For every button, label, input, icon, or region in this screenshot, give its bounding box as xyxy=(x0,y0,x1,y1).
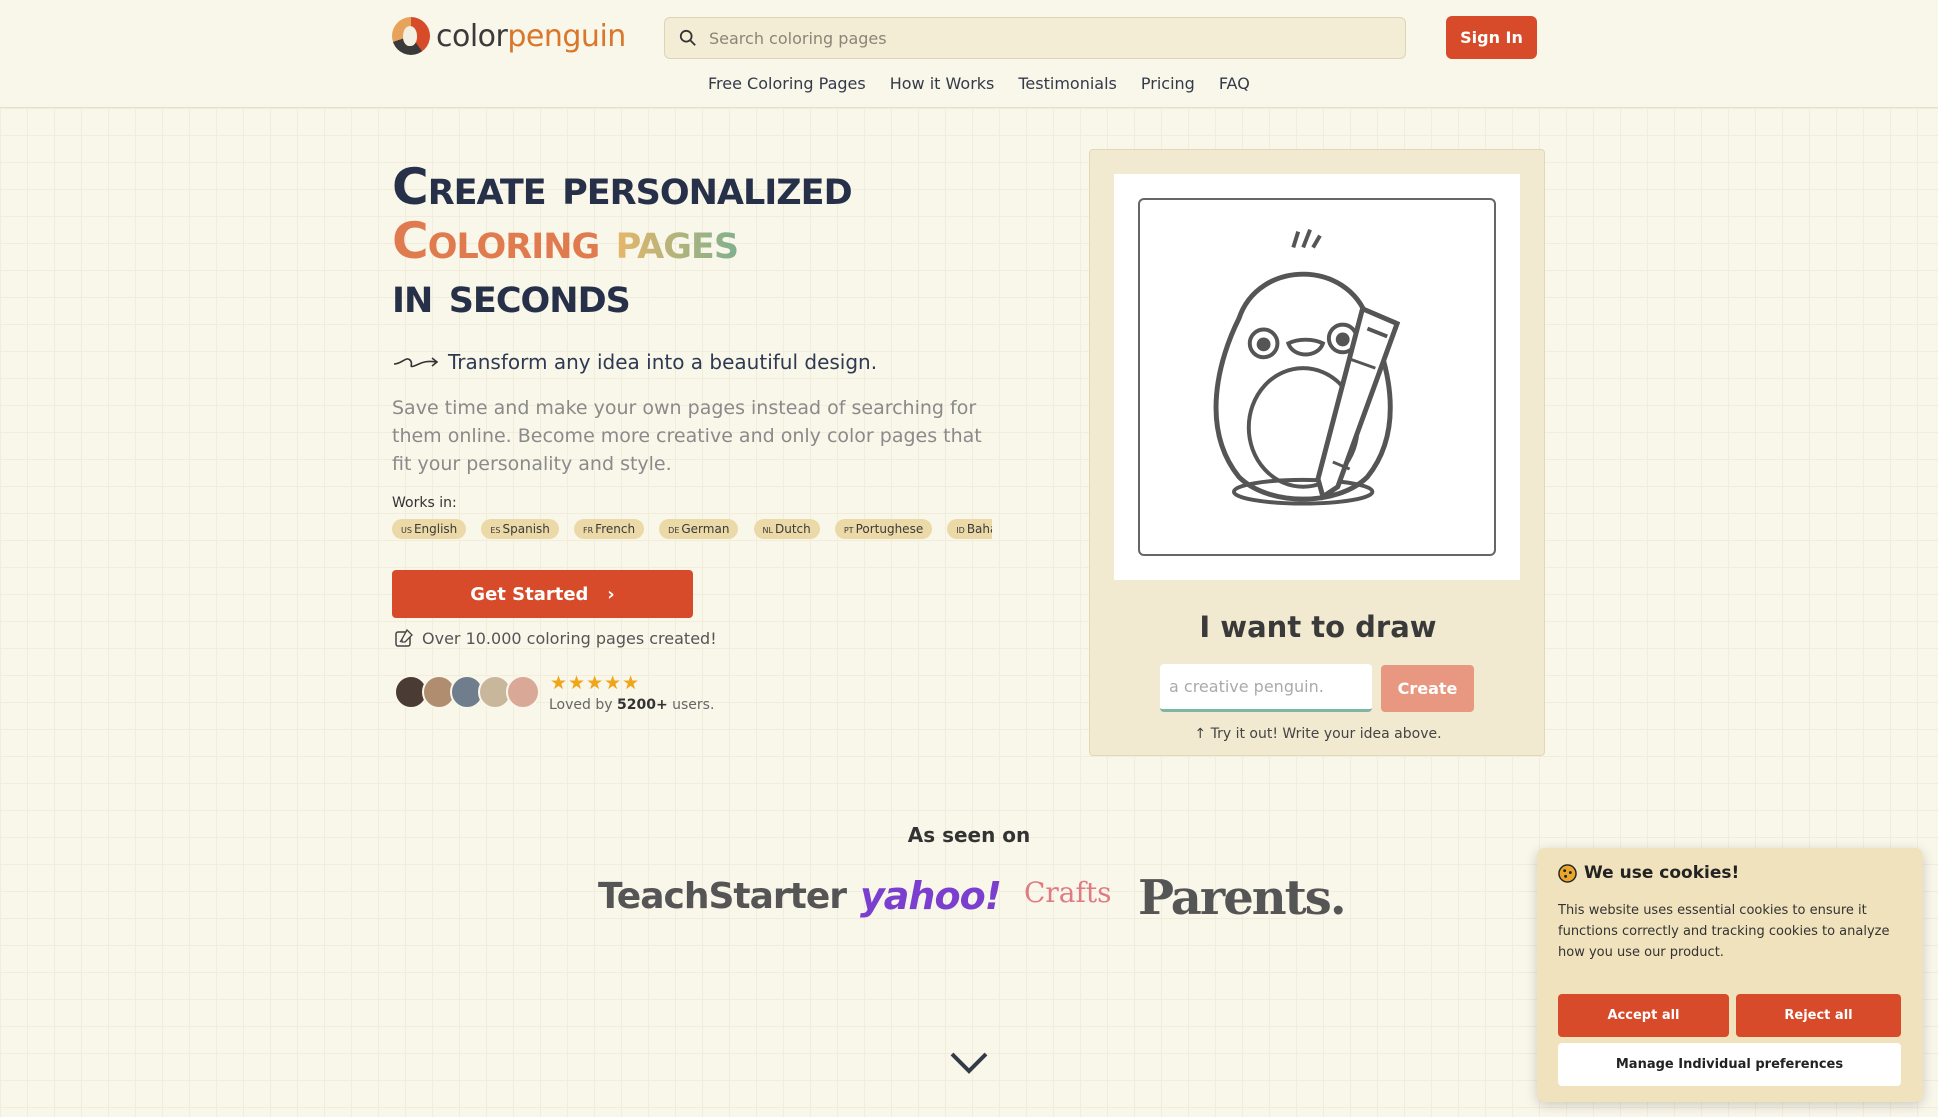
nav-how-it-works[interactable]: How it Works xyxy=(890,74,995,93)
language-list: US English ES Spanish FR French DE German NL… xyxy=(392,518,992,539)
cookie-text: This website uses essential cookies to e… xyxy=(1558,903,1890,960)
language-badge: PT Portughese xyxy=(834,519,933,539)
language-badge: NL Dutch xyxy=(753,519,820,539)
coloring-page-preview xyxy=(1138,198,1496,556)
search-input[interactable] xyxy=(709,28,1389,48)
site-header: colorpenguin Sign In Free Coloring Pages… xyxy=(0,0,1938,108)
pages-created-text: Over 10.000 coloring pages created! xyxy=(422,628,717,648)
nav-pricing[interactable]: Pricing xyxy=(1141,74,1195,93)
parents-logo: Parents. xyxy=(1138,870,1347,926)
crafts-beautiful-logo: Crafts xyxy=(1024,876,1112,909)
manage-preferences-button[interactable]: Manage Individual preferences xyxy=(1558,1043,1901,1086)
draw-idea-input[interactable] xyxy=(1160,664,1372,712)
hero-title-line-1: Create personalized xyxy=(392,158,853,216)
nav-testimonials[interactable]: Testimonials xyxy=(1018,74,1117,93)
penguin-logo-icon xyxy=(392,17,430,55)
logo-text: colorpenguin xyxy=(436,18,626,54)
works-in-label: Works in: xyxy=(392,495,457,511)
nav-free-coloring-pages[interactable]: Free Coloring Pages xyxy=(708,74,866,93)
arrow-up-icon: ↑ xyxy=(1194,726,1211,742)
language-badge: FR French xyxy=(574,519,645,539)
hero-subtitle: Transform any idea into a beautiful desi… xyxy=(392,350,877,374)
language-badge: ES Spanish xyxy=(481,519,559,539)
chevron-right-icon: › xyxy=(594,583,615,605)
hero-title-line-2: Coloring pages xyxy=(392,212,739,270)
rating-stars: ★★★★★ xyxy=(550,672,641,694)
main-nav: Free Coloring Pages How it Works Testimo… xyxy=(708,74,1250,93)
create-button[interactable]: Create xyxy=(1381,665,1474,712)
language-badge: DE German xyxy=(659,519,739,539)
yahoo-logo: yahoo! xyxy=(860,874,1002,918)
try-it-hint: ↑ Try it out! Write your idea above. xyxy=(1090,726,1546,742)
hero-subtitle-text: Transform any idea into a beautiful desi… xyxy=(448,350,878,374)
sign-in-button[interactable]: Sign In xyxy=(1446,16,1537,59)
as-seen-on-logos: TeachStarter yahoo! Crafts Parents. xyxy=(598,870,1348,930)
search-icon xyxy=(679,29,696,46)
reject-all-button[interactable]: Reject all xyxy=(1736,994,1901,1037)
accept-all-button[interactable]: Accept all xyxy=(1558,994,1729,1037)
get-started-label: Get Started xyxy=(470,583,589,605)
teachstarter-logo: TeachStarter xyxy=(598,876,847,917)
hero-title: Create personalized Coloring pages in se… xyxy=(392,158,853,324)
cookie-banner: We use cookies! This website uses essent… xyxy=(1537,848,1923,1102)
cookie-title-text: We use cookies! xyxy=(1584,863,1740,883)
edit-image-icon xyxy=(395,628,413,647)
cookie-title: We use cookies! xyxy=(1558,863,1739,883)
logo[interactable]: colorpenguin xyxy=(392,17,626,55)
search-bar[interactable] xyxy=(664,17,1406,59)
hero-description: Save time and make your own pages instea… xyxy=(392,397,982,475)
penguin-drawing-icon xyxy=(1213,228,1401,506)
hero-title-line-3: in seconds xyxy=(392,266,631,324)
try-it-hint-text: Try it out! Write your idea above. xyxy=(1210,726,1442,742)
nav-faq[interactable]: FAQ xyxy=(1219,74,1250,93)
user-avatars xyxy=(394,675,540,709)
loved-by-text: Loved by 5200+ users. xyxy=(549,697,715,713)
language-badge: US English xyxy=(392,519,467,539)
scribble-arrow-icon xyxy=(393,357,439,368)
language-badge: IDBaha xyxy=(947,519,992,539)
avatar xyxy=(506,675,540,709)
demo-preview xyxy=(1114,174,1520,580)
get-started-button[interactable]: Get Started › xyxy=(392,570,693,618)
cookie-icon xyxy=(1558,863,1577,883)
demo-card: I want to draw Create ↑ Try it out! Writ… xyxy=(1089,149,1545,756)
scroll-down-chevron-icon[interactable] xyxy=(949,1050,989,1075)
as-seen-on-title: As seen on xyxy=(907,823,1031,847)
draw-heading: I want to draw xyxy=(1199,610,1437,644)
pages-created-stat: Over 10.000 coloring pages created! xyxy=(394,628,717,648)
